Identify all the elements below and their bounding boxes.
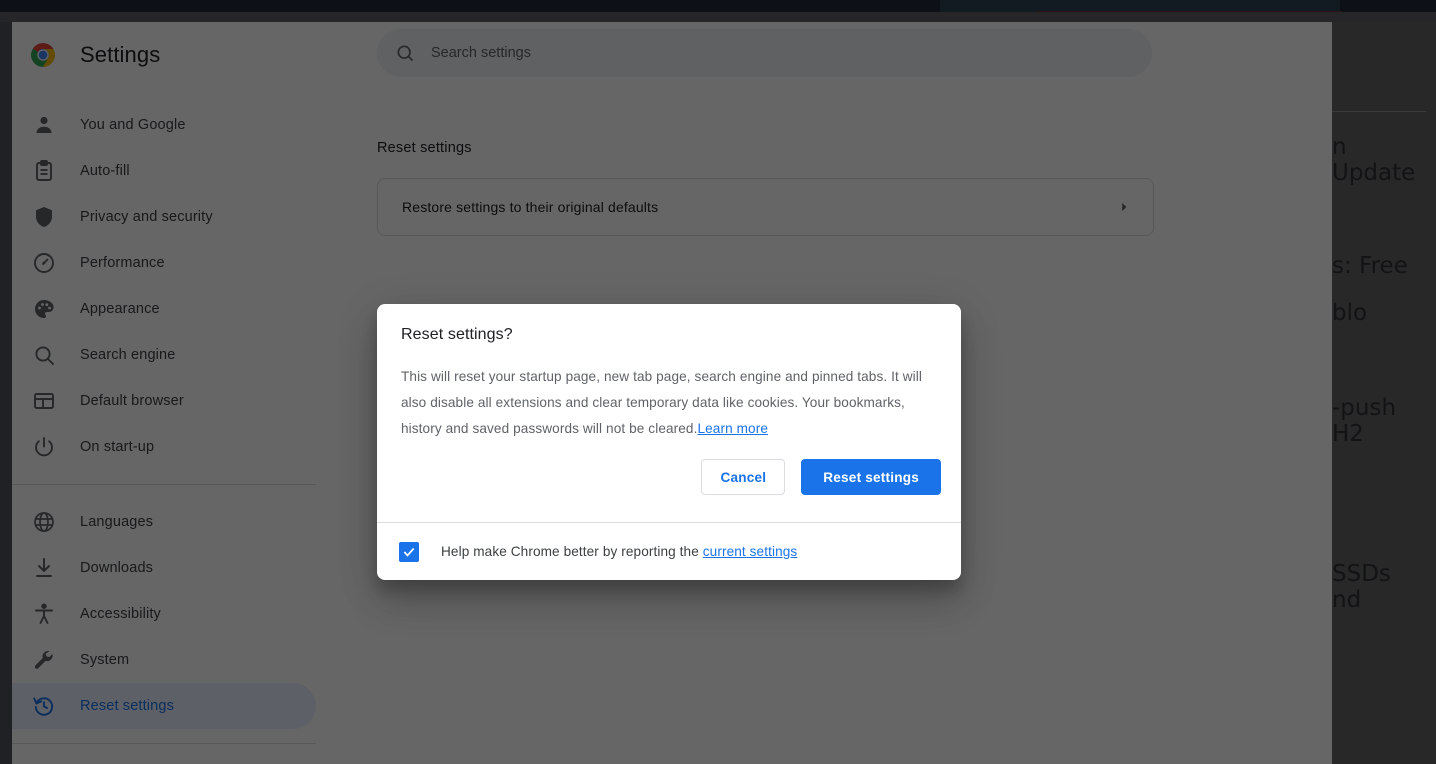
- search-input[interactable]: [431, 45, 1152, 61]
- section-title: Reset settings: [377, 140, 472, 156]
- background-text-fragment: H2: [1332, 411, 1364, 458]
- background-divider: [1332, 111, 1426, 112]
- sidebar-item-label: Appearance: [80, 301, 160, 317]
- page-title: Settings: [80, 42, 160, 68]
- sidebar-divider-1: [12, 484, 316, 485]
- dialog-actions: Cancel Reset settings: [701, 459, 941, 495]
- dialog-body-text: This will reset your startup page, new t…: [401, 369, 922, 436]
- palette-icon: [32, 297, 56, 321]
- background-text-fragment: blo: [1332, 290, 1367, 337]
- search-bar[interactable]: [377, 29, 1152, 77]
- clipboard-icon: [32, 159, 56, 183]
- sidebar-nav-tertiary: Extensions: [12, 758, 352, 764]
- sidebar-item-default-browser[interactable]: Default browser: [12, 378, 316, 424]
- accessibility-icon: [32, 602, 56, 626]
- sidebar-nav-primary: You and Google Auto-fill Privacy and secur…: [12, 102, 352, 470]
- speedometer-icon: [32, 251, 56, 275]
- sidebar-item-label: Languages: [80, 514, 153, 530]
- sidebar-item-search-engine[interactable]: Search engine: [12, 332, 316, 378]
- dialog-title: Reset settings?: [401, 326, 961, 344]
- reset-settings-button[interactable]: Reset settings: [801, 459, 941, 495]
- restore-defaults-label: Restore settings to their original defau…: [402, 199, 658, 215]
- download-icon: [32, 556, 56, 580]
- reset-settings-dialog: Reset settings? This will reset your sta…: [377, 304, 961, 580]
- browser-window-icon: [32, 389, 56, 413]
- screen-root: nUpdates: Freeblo-pushH2SSDsnd Sett: [0, 0, 1436, 764]
- sidebar-item-label: Performance: [80, 255, 165, 271]
- background-text-fragment: s: Free: [1332, 243, 1408, 290]
- sidebar-item-label: Default browser: [80, 393, 184, 409]
- sidebar-item-label: Auto-fill: [80, 163, 130, 179]
- report-settings-checkbox[interactable]: [399, 542, 419, 562]
- report-settings-label: Help make Chrome better by reporting the…: [441, 544, 797, 559]
- sidebar-item-languages[interactable]: Languages: [12, 499, 316, 545]
- sidebar-item-accessibility[interactable]: Accessibility: [12, 591, 316, 637]
- background-text-fragment: nd: [1332, 577, 1361, 624]
- sidebar-item-label: Downloads: [80, 560, 153, 576]
- sidebar-divider-2: [12, 743, 316, 744]
- dialog-footer: Help make Chrome better by reporting the…: [377, 522, 961, 580]
- background-strip: [0, 12, 1436, 22]
- learn-more-link[interactable]: Learn more: [697, 421, 768, 436]
- sidebar-item-label: Accessibility: [80, 606, 161, 622]
- wrench-icon: [32, 648, 56, 672]
- restore-defaults-row[interactable]: Restore settings to their original defau…: [377, 178, 1154, 236]
- sidebar-item-you-and-google[interactable]: You and Google: [12, 102, 316, 148]
- sidebar-item-on-start-up[interactable]: On start-up: [12, 424, 316, 470]
- sidebar-item-label: Search engine: [80, 347, 175, 363]
- sidebar-item-label: System: [80, 652, 129, 668]
- sidebar-item-downloads[interactable]: Downloads: [12, 545, 316, 591]
- background-text-fragment: Update: [1332, 150, 1415, 197]
- sidebar-item-appearance[interactable]: Appearance: [12, 286, 316, 332]
- dialog-body: This will reset your startup page, new t…: [401, 364, 937, 442]
- sidebar-item-performance[interactable]: Performance: [12, 240, 316, 286]
- sidebar-item-extensions[interactable]: Extensions: [12, 758, 316, 764]
- chevron-right-icon: [1117, 200, 1131, 214]
- sidebar-item-reset-settings[interactable]: Reset settings: [12, 683, 316, 729]
- person-icon: [32, 113, 56, 137]
- sidebar-item-label: Privacy and security: [80, 209, 213, 225]
- sidebar-item-label: You and Google: [80, 117, 186, 133]
- sidebar-item-label: Reset settings: [80, 698, 174, 714]
- sidebar: Settings You and Google Auto-fill Privacy …: [12, 22, 352, 764]
- sidebar-item-auto-fill[interactable]: Auto-fill: [12, 148, 316, 194]
- globe-icon: [32, 510, 56, 534]
- check-icon: [402, 545, 416, 559]
- brand: Settings: [12, 22, 352, 88]
- sidebar-nav-secondary: Languages Downloads Accessibility System Res…: [12, 499, 352, 729]
- report-settings-text: Help make Chrome better by reporting the: [441, 544, 703, 559]
- chrome-logo-icon: [30, 42, 56, 68]
- sidebar-item-label: On start-up: [80, 439, 154, 455]
- history-undo-icon: [32, 694, 56, 718]
- current-settings-link[interactable]: current settings: [703, 544, 798, 559]
- sidebar-item-privacy-and-security[interactable]: Privacy and security: [12, 194, 316, 240]
- search-icon: [395, 43, 415, 63]
- shield-icon: [32, 205, 56, 229]
- cancel-button[interactable]: Cancel: [701, 459, 785, 495]
- sidebar-item-system[interactable]: System: [12, 637, 316, 683]
- search-icon: [32, 343, 56, 367]
- power-icon: [32, 435, 56, 459]
